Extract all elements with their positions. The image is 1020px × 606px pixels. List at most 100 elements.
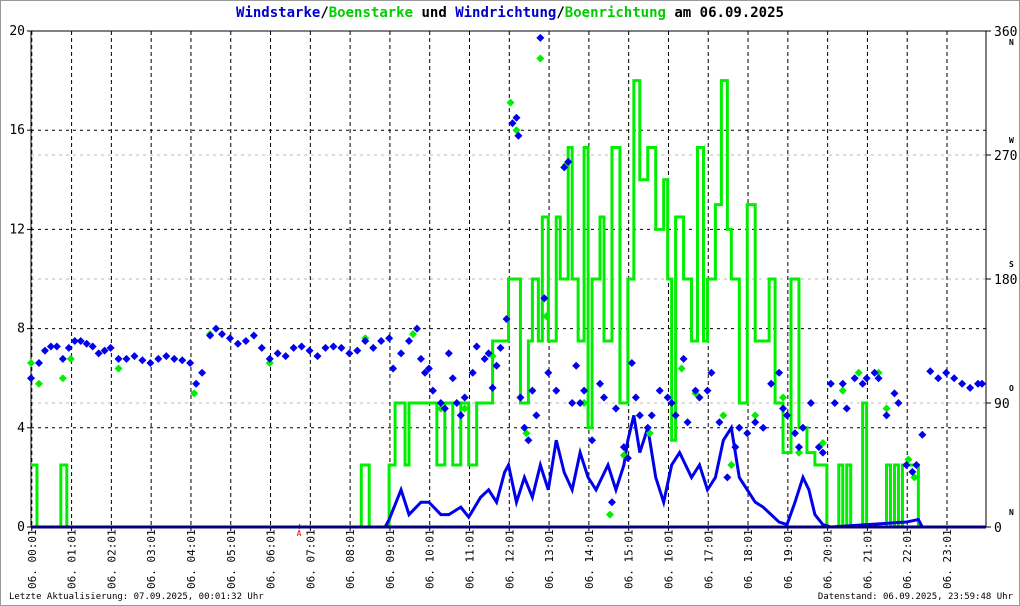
windrichtung-point <box>353 346 362 355</box>
boenrichtung-point <box>506 98 515 107</box>
windrichtung-point <box>397 349 406 358</box>
windrichtung-point <box>416 354 425 363</box>
windrichtung-point <box>496 343 505 352</box>
windrichtung-point <box>162 352 171 361</box>
windrichtung-point <box>536 33 545 42</box>
compass-label: N <box>1009 38 1014 47</box>
windrichtung-point <box>58 354 67 363</box>
windrichtung-point <box>198 368 207 377</box>
y-left-tick-label: 16 <box>9 123 25 138</box>
windrichtung-point <box>122 354 131 363</box>
windrichtung-point <box>635 411 644 420</box>
x-tick-label: 06. 02:01 <box>105 529 118 589</box>
windrichtung-point <box>806 399 815 407</box>
windrichtung-point <box>524 436 533 445</box>
windrichtung-point <box>838 379 847 388</box>
windrichtung-point <box>826 379 835 388</box>
windrichtung-point <box>385 334 394 343</box>
windrichtung-point <box>64 343 73 352</box>
boenrichtung-point <box>882 404 891 413</box>
windrichtung-point <box>735 423 744 432</box>
x-tick-label: 06. 19:01 <box>782 529 795 589</box>
windrichtung-point <box>842 404 851 413</box>
windrichtung-point <box>926 367 935 376</box>
windrichtung-point <box>138 356 147 365</box>
y-left-tick-label: 20 <box>9 24 25 39</box>
x-tick-label: 06. 14:01 <box>583 529 596 589</box>
windrichtung-point <box>611 404 620 413</box>
x-tick-label: 06. 12:01 <box>503 529 516 589</box>
windrichtung-point <box>377 337 386 345</box>
windrichtung-point <box>281 352 290 361</box>
windrichtung-point <box>444 349 453 358</box>
windrichtung-point <box>405 337 414 345</box>
windrichtung-point <box>942 368 951 377</box>
windrichtung-point <box>532 411 541 420</box>
compass-label: S <box>1009 260 1014 269</box>
windrichtung-point <box>40 346 49 355</box>
boenrichtung-point <box>27 359 35 368</box>
windrichtung-point <box>779 404 788 413</box>
boenrichtung-point <box>536 54 545 63</box>
windrichtung-point <box>600 393 608 402</box>
series-boenstarke <box>31 79 986 529</box>
windrichtung-point <box>212 324 221 333</box>
boenrichtung-point <box>114 364 123 373</box>
x-tick-label: 06. 03:01 <box>145 529 158 589</box>
boenrichtung-point <box>677 364 686 373</box>
boenrichtung-point <box>751 411 760 420</box>
windrichtung-point <box>647 411 656 420</box>
windrichtung-point <box>723 473 732 482</box>
x-tick-label: 06. 22:01 <box>901 529 914 589</box>
windrichtung-point <box>345 349 354 358</box>
windrichtung-point <box>233 339 242 348</box>
windrichtung-point <box>186 359 195 368</box>
windrichtung-point <box>130 352 139 361</box>
windrichtung-point <box>751 418 760 427</box>
x-tick-label: 06. 04:01 <box>185 529 198 589</box>
windrichtung-point <box>894 399 903 407</box>
windrichtung-point <box>321 343 330 352</box>
windrichtung-point <box>890 389 899 398</box>
x-tick-label: 06. 00:01 <box>26 529 39 589</box>
x-tick-label: 06. 21:01 <box>861 529 874 589</box>
compass-label: O <box>1009 384 1014 393</box>
x-tick-label: 06. 10:01 <box>424 529 437 589</box>
y-left-tick-label: 4 <box>17 421 25 436</box>
windrichtung-point <box>596 379 605 388</box>
x-tick-label: 06. 07:01 <box>304 529 317 589</box>
marker-label: A <box>297 529 302 538</box>
y-left-tick-label: 8 <box>17 322 25 337</box>
windrichtung-point <box>631 393 640 402</box>
windrichtung-point <box>683 418 692 427</box>
windrichtung-point <box>703 386 712 395</box>
windrichtung-point <box>655 386 664 395</box>
windrichtung-point <box>289 343 298 352</box>
windrichtung-point <box>934 374 943 383</box>
windrichtung-point <box>369 343 378 352</box>
boenrichtung-point <box>34 379 43 388</box>
windrichtung-point <box>743 429 752 438</box>
y-left-tick-label: 12 <box>9 222 25 237</box>
boenrichtung-point <box>779 393 788 402</box>
windrichtung-point <box>958 379 967 388</box>
windrichtung-point <box>34 359 43 368</box>
boenrichtung-point <box>66 354 75 363</box>
windrichtung-point <box>568 399 577 407</box>
windrichtung-point <box>516 393 525 402</box>
windrichtung-point <box>918 430 927 439</box>
windrichtung-point <box>488 383 497 392</box>
windrichtung-point <box>265 354 274 363</box>
y-right-tick-label: 0 <box>994 521 1002 536</box>
windrichtung-point <box>192 379 201 388</box>
windrichtung-point <box>154 354 163 363</box>
windrichtung-point <box>27 374 35 383</box>
windrichtung-point <box>337 343 346 352</box>
windrichtung-point <box>572 361 581 370</box>
windrichtung-point <box>305 346 314 355</box>
windrichtung-point <box>950 374 959 383</box>
x-tick-label: 06. 06:01 <box>265 529 278 589</box>
windrichtung-point <box>225 334 234 343</box>
windrichtung-point <box>607 498 616 507</box>
x-tick-label: 06. 17:01 <box>702 529 715 589</box>
